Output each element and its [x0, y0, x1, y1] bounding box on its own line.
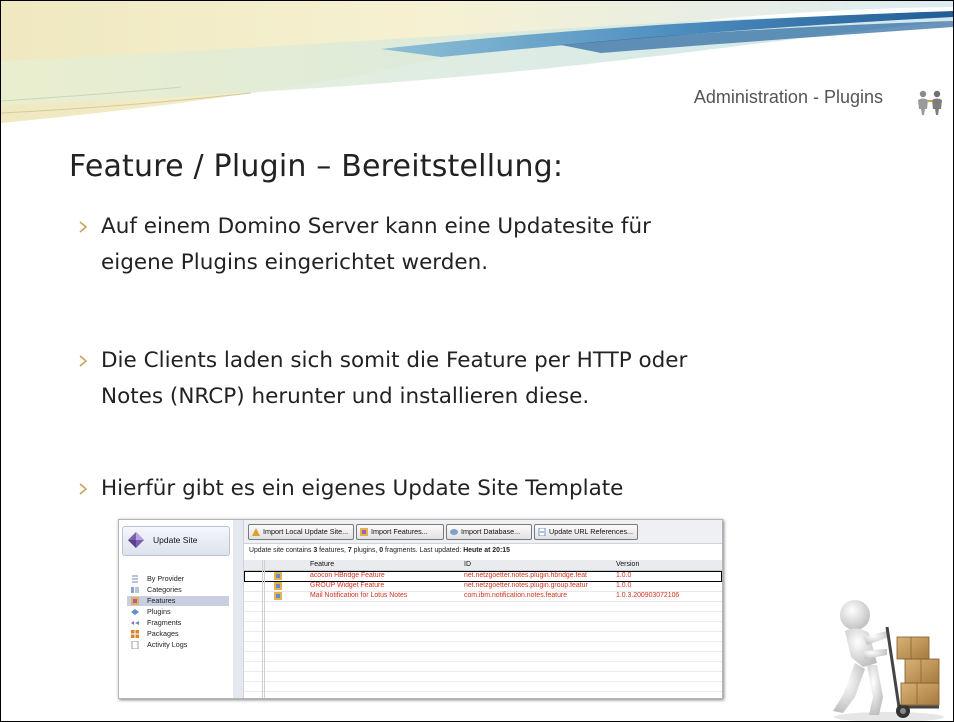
nav-item-activity-logs[interactable]: Activity Logs [127, 640, 229, 650]
nav-item-label: Features [147, 596, 176, 605]
summary-text: features, [317, 547, 348, 554]
nav-item-packages[interactable]: Packages [127, 629, 229, 639]
feature-id: com.ibm.notification.notes.feature [464, 592, 568, 599]
last-updated: Heute at 20:15 [463, 547, 510, 554]
nav-item-label: Packages [147, 629, 179, 638]
column-header-feature[interactable]: Feature [310, 561, 334, 568]
button-label: Import Database... [461, 527, 521, 536]
chevron-right-icon [79, 483, 88, 495]
nav-item-plugins[interactable]: Plugins [127, 607, 229, 617]
summary-text: fragments. Last updated: [383, 547, 464, 554]
feature-name: acocon HBridge Feature [310, 572, 385, 579]
toolbar: Import Local Update Site... Import Featu… [244, 520, 722, 544]
button-label: Import Local Update Site... [263, 527, 349, 536]
update-url-icon [538, 528, 546, 536]
nav-item-label: Categories [147, 585, 182, 594]
update-site-header: Update Site [122, 526, 230, 556]
bullet-text-line: eigene Plugins eingerichtet werden. [101, 250, 489, 275]
import-local-update-site-button[interactable]: Import Local Update Site... [248, 524, 354, 540]
column-header-id[interactable]: ID [464, 561, 471, 568]
update-site-summary: Update site contains 3 features, 7 plugi… [249, 547, 510, 554]
feature-name: Mail Notification for Lotus Notes [310, 592, 408, 599]
chevron-right-icon [79, 221, 88, 233]
nav-item-by-provider[interactable]: By Provider [127, 574, 229, 584]
feature-id: net.netzgoetter.notes.plugin.group.featu… [464, 582, 588, 589]
bullet-text-line: Auf einem Domino Server kann eine Update… [101, 214, 651, 239]
provider-icon [132, 575, 138, 583]
empty-row [244, 681, 722, 692]
update-site-logo-icon [128, 532, 144, 548]
import-database-button[interactable]: Import Database... [446, 524, 532, 540]
packages-icon [131, 630, 139, 638]
update-site-sidebar: Update Site By Provider Categories Featu… [119, 520, 234, 698]
column-divider [262, 560, 263, 698]
button-label: Import Features... [371, 527, 428, 536]
nav-item-label: By Provider [147, 574, 185, 583]
categories-icon [131, 587, 139, 593]
column-divider [264, 560, 265, 698]
table-header: Feature ID Version [244, 560, 722, 571]
chevron-right-icon [79, 355, 88, 367]
feature-version: 1.0.3.200903072106 [616, 592, 680, 599]
nav-item-categories[interactable]: Categories [127, 585, 229, 595]
splitter[interactable] [233, 520, 244, 698]
update-site-screenshot: Update Site By Provider Categories Featu… [118, 519, 723, 699]
logs-icon [131, 641, 139, 649]
summary-text: plugins, [351, 547, 380, 554]
column-header-version[interactable]: Version [616, 561, 639, 568]
header-title: Administration - Plugins [693, 87, 883, 107]
feature-version: 1.0.0 [616, 572, 632, 579]
import-features-icon [360, 528, 368, 536]
porter-with-boxes-icon [833, 600, 944, 721]
feature-icon [274, 592, 282, 600]
nav-item-label: Plugins [147, 607, 171, 616]
slide-title: Feature / Plugin – Bereitstellung: [69, 149, 564, 184]
slide: Administration - Plugins Feature / Plugi… [0, 0, 954, 722]
nav-item-label: Fragments [147, 618, 182, 627]
feature-name: GROUP Widget Feature [310, 582, 385, 589]
bullet-text-line: Die Clients laden sich somit die Feature… [101, 348, 688, 373]
feature-icon [274, 582, 282, 590]
nav-item-label: Activity Logs [147, 640, 188, 649]
update-site-title: Update Site [153, 535, 198, 545]
import-features-button[interactable]: Import Features... [356, 524, 444, 540]
feature-id: net.netzgoetter.notes.plugin.hbridge.fea… [464, 572, 587, 579]
summary-text: Update site contains [249, 547, 314, 554]
plugins-icon [131, 609, 139, 615]
header-swoosh [1, 1, 953, 123]
update-url-references-button[interactable]: Update URL References... [534, 524, 638, 540]
nav-item-features[interactable]: Features [127, 596, 229, 606]
nav-item-fragments[interactable]: Fragments [127, 618, 229, 628]
fragments-icon [131, 621, 139, 625]
feature-version: 1.0.0 [616, 582, 632, 589]
people-icon [918, 90, 942, 115]
update-site-content: Import Local Update Site... Import Featu… [244, 520, 722, 698]
button-label: Update URL References... [549, 527, 634, 536]
bullet-text-line: Notes (NRCP) herunter und installieren d… [101, 384, 590, 409]
features-icon [131, 597, 139, 605]
import-database-icon [450, 529, 458, 535]
bullet-text-line: Hierfür gibt es ein eigenes Update Site … [101, 476, 624, 501]
import-site-icon [252, 528, 260, 536]
feature-icon [274, 572, 282, 580]
